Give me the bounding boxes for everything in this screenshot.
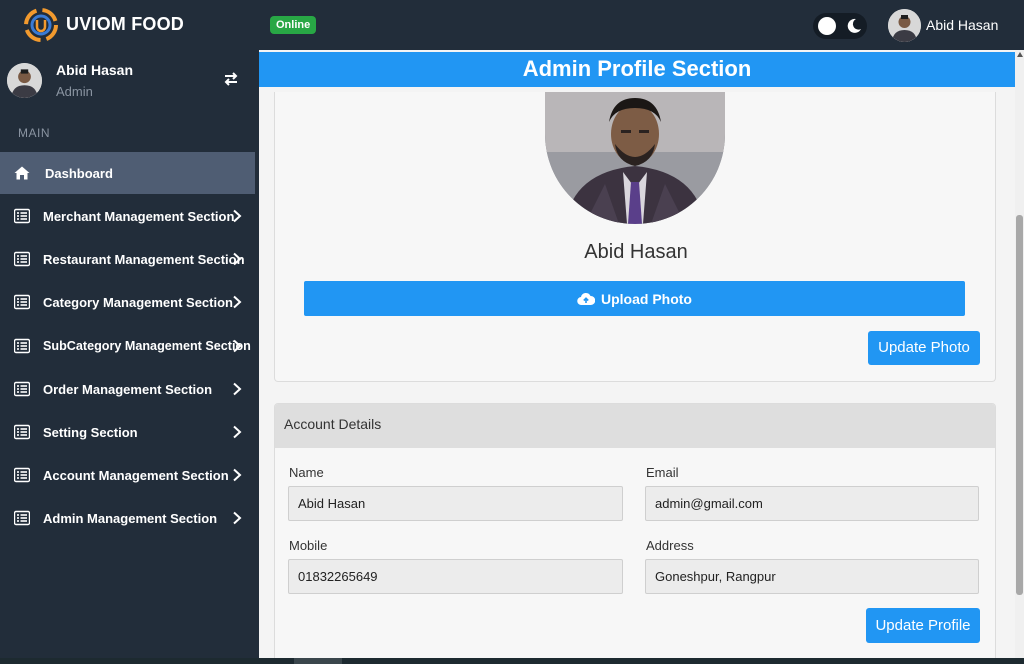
sidebar-item-label: Restaurant Management Section xyxy=(43,252,245,267)
chevron-right-icon xyxy=(233,468,242,482)
sidebar-item-label: Category Management Section xyxy=(43,295,233,310)
address-label: Address xyxy=(646,538,694,553)
cloud-upload-icon xyxy=(577,292,595,305)
user-name[interactable]: Abid Hasan xyxy=(926,17,998,33)
main-content: Admin Profile Section Abid Hasan Upload … xyxy=(259,50,1015,658)
list-icon xyxy=(14,294,30,310)
sidebar-user-name: Abid Hasan xyxy=(56,62,134,78)
sidebar-item-label: SubCategory Management Section xyxy=(43,339,251,353)
home-icon xyxy=(14,166,30,180)
sidebar-profile: Abid Hasan Admin xyxy=(0,50,259,106)
account-details-title: Account Details xyxy=(284,416,382,432)
upload-photo-label: Upload Photo xyxy=(601,290,692,307)
chevron-right-icon xyxy=(233,252,242,266)
mobile-field[interactable]: 01832265649 xyxy=(288,559,623,594)
sidebar: Abid Hasan Admin MAIN Dashboard Merchant… xyxy=(0,50,259,664)
chevron-right-icon xyxy=(233,511,242,525)
sidebar-item-subcategory-management[interactable]: SubCategory Management Section xyxy=(0,325,255,367)
profile-name: Abid Hasan xyxy=(584,241,688,263)
app-name[interactable]: UVIOM FOOD xyxy=(66,14,184,35)
update-photo-button[interactable]: Update Photo xyxy=(868,331,980,365)
chevron-right-icon xyxy=(233,382,242,396)
upload-photo-button[interactable]: Upload Photo xyxy=(304,281,965,316)
name-field[interactable]: Abid Hasan xyxy=(288,486,623,521)
sidebar-item-admin-management[interactable]: Admin Management Section xyxy=(0,497,255,539)
profile-photo-card: Abid Hasan Upload Photo Update Photo xyxy=(274,92,996,382)
sidebar-item-category-management[interactable]: Category Management Section xyxy=(0,281,255,323)
taskbar-item[interactable] xyxy=(294,658,342,664)
sidebar-user-role: Admin xyxy=(56,84,93,99)
user-avatar[interactable] xyxy=(888,9,921,42)
list-icon xyxy=(14,424,30,440)
email-label: Email xyxy=(646,465,679,480)
scrollbar-thumb[interactable] xyxy=(1016,215,1023,595)
mobile-label: Mobile xyxy=(289,538,328,553)
sidebar-item-label: Order Management Section xyxy=(43,382,213,397)
update-profile-button[interactable]: Update Profile xyxy=(866,608,980,643)
online-status-badge: Online xyxy=(270,16,317,34)
list-icon xyxy=(14,208,30,224)
moon-icon xyxy=(847,18,861,33)
account-details-card: Account Details Name Abid Hasan Email ad… xyxy=(274,403,996,658)
chevron-right-icon xyxy=(233,209,242,223)
page-scrollbar[interactable] xyxy=(1015,50,1024,658)
list-icon xyxy=(14,381,30,397)
profile-photo xyxy=(545,92,725,224)
sidebar-item-label: Merchant Management Section xyxy=(43,209,235,224)
sidebar-item-account-management[interactable]: Account Management Section xyxy=(0,454,255,496)
chevron-right-icon xyxy=(233,339,242,353)
scroll-up-arrow-icon[interactable] xyxy=(1017,52,1023,57)
logo-icon[interactable] xyxy=(24,8,58,42)
email-field[interactable]: admin@gmail.com xyxy=(645,486,979,521)
toggle-knob xyxy=(818,17,836,35)
sidebar-item-label: Admin Management Section xyxy=(43,511,218,526)
top-navbar: UVIOM FOOD Online Abid Hasan xyxy=(0,0,1024,50)
sidebar-item-label: Setting Section xyxy=(43,425,138,440)
name-label: Name xyxy=(289,465,324,480)
swap-icon[interactable] xyxy=(222,70,240,88)
sidebar-item-setting[interactable]: Setting Section xyxy=(0,411,255,453)
page-title: Admin Profile Section xyxy=(522,56,752,81)
account-details-header: Account Details xyxy=(275,404,995,448)
sidebar-section-label: MAIN xyxy=(18,126,50,140)
list-icon xyxy=(14,510,30,526)
sidebar-item-dashboard[interactable]: Dashboard xyxy=(0,152,255,194)
chevron-right-icon xyxy=(233,295,242,309)
sidebar-item-label: Account Management Section xyxy=(43,468,229,483)
chevron-right-icon xyxy=(233,425,242,439)
page-header: Admin Profile Section xyxy=(259,52,1015,87)
sidebar-item-label: Dashboard xyxy=(45,166,113,181)
theme-toggle[interactable] xyxy=(813,13,867,39)
list-icon xyxy=(14,251,30,267)
address-field[interactable]: Goneshpur, Rangpur xyxy=(645,559,979,594)
sidebar-item-merchant-management[interactable]: Merchant Management Section xyxy=(0,195,255,237)
list-icon xyxy=(14,467,30,483)
list-icon xyxy=(14,338,30,354)
taskbar-strip xyxy=(0,658,1024,664)
sidebar-item-order-management[interactable]: Order Management Section xyxy=(0,368,255,410)
sidebar-item-restaurant-management[interactable]: Restaurant Management Section xyxy=(0,238,255,280)
sidebar-avatar xyxy=(7,63,42,98)
